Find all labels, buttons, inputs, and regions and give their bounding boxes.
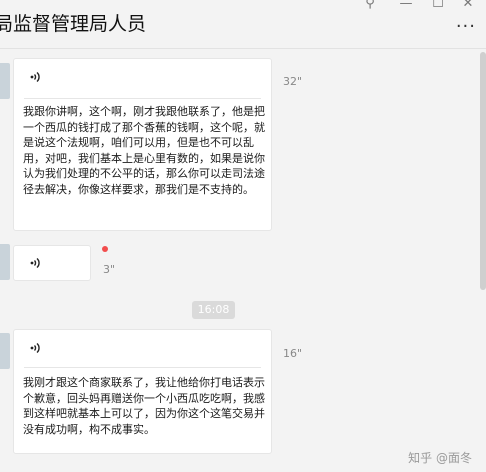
watermark: 知乎 @面冬 [408,451,472,465]
voice-transcript: 我跟你讲啊，这个啊，刚才我跟他联系了，他是把一个西瓜的钱打成了那个香蕉的钱啊，这… [23,105,265,196]
voice-duration: 3" [103,263,116,276]
more-options-icon[interactable]: ··· [456,16,476,37]
maximize-icon[interactable]: ☐ [428,0,448,11]
voice-duration: 16" [283,347,303,360]
avatar[interactable] [0,333,10,369]
voice-wave-icon [30,71,40,83]
avatar[interactable] [0,63,10,99]
transcript-divider [24,98,261,99]
close-icon[interactable]: ✕ [458,0,478,11]
pin-icon[interactable]: ⚲ [360,0,380,11]
voice-wave-icon [30,342,40,354]
chat-history[interactable]: 我跟你讲啊，这个啊，刚才我跟他联系了，他是把一个西瓜的钱打成了那个香蕉的钱啊，这… [0,49,486,472]
voice-duration: 32" [283,75,303,88]
voice-wave-icon [30,257,40,269]
voice-message-bubble[interactable] [13,245,91,281]
time-divider: 16:08 [192,301,235,319]
unread-dot [102,246,108,252]
minimize-icon[interactable]: — [396,0,416,11]
title-bar: 局监督管理局人员 ⚲ — ☐ ✕ ··· [0,0,486,49]
avatar[interactable] [0,244,10,280]
voice-message-bubble[interactable]: 我刚才跟这个商家联系了，我让他给你打电话表示个歉意，回头妈再赠送你一个小西瓜吃吃… [13,329,272,454]
scrollbar-thumb[interactable] [480,52,486,290]
chat-title: 局监督管理局人员 [0,13,147,35]
transcript-divider [24,367,261,368]
voice-transcript: 我刚才跟这个商家联系了，我让他给你打电话表示个歉意，回头妈再赠送你一个小西瓜吃吃… [23,376,265,436]
voice-message-bubble[interactable]: 我跟你讲啊，这个啊，刚才我跟他联系了，他是把一个西瓜的钱打成了那个香蕉的钱啊，这… [13,58,272,231]
